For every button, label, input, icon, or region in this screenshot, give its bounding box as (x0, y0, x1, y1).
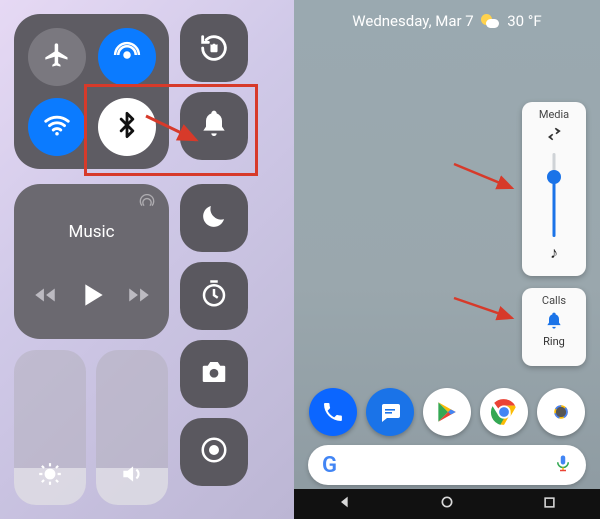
media-output-button[interactable] (522, 127, 586, 145)
next-track-button[interactable] (126, 282, 152, 312)
ring-mode-panel: Calls Ring (522, 288, 586, 366)
google-search-bar[interactable]: G (308, 445, 586, 485)
wifi-icon (42, 110, 72, 144)
airdrop-toggle[interactable] (98, 28, 156, 86)
music-title: Music (14, 222, 169, 242)
camera-button[interactable] (180, 340, 248, 408)
camera-app[interactable] (537, 388, 585, 436)
temperature-text: 30 °F (507, 12, 541, 30)
ringer-toggle[interactable] (180, 92, 248, 160)
bluetooth-icon (113, 111, 141, 143)
date-text: Wednesday, Mar 7 (352, 12, 473, 30)
nav-back-button[interactable] (337, 494, 353, 514)
search-input[interactable] (345, 457, 554, 474)
status-date-weather[interactable]: Wednesday, Mar 7 30 °F (294, 12, 600, 31)
weather-icon (481, 13, 499, 31)
airplay-icon (137, 194, 157, 218)
nav-recents-button[interactable] (542, 495, 557, 514)
ring-mode-button[interactable] (522, 311, 586, 331)
camera-icon (199, 357, 229, 391)
do-not-disturb-toggle[interactable] (180, 184, 248, 252)
moon-icon (199, 201, 229, 235)
android-home-screen: Wednesday, Mar 7 30 °F Media ♪ Calls Rin… (294, 0, 600, 519)
rotation-lock-icon (180, 14, 248, 82)
airplane-mode-toggle[interactable] (28, 28, 86, 86)
media-volume-panel: Media ♪ (522, 102, 586, 276)
brightness-slider[interactable] (14, 350, 86, 505)
annotation-arrow (450, 292, 520, 332)
brightness-icon (37, 461, 63, 491)
play-button[interactable] (76, 279, 108, 315)
ios-control-center: Music (0, 0, 294, 519)
airdrop-icon (112, 40, 142, 74)
airplane-icon (43, 41, 71, 73)
mic-icon[interactable] (554, 454, 572, 476)
wifi-toggle[interactable] (28, 98, 86, 156)
ring-mode-label: Ring (522, 335, 586, 348)
volume-slider[interactable] (96, 350, 168, 505)
phone-app[interactable] (309, 388, 357, 436)
screen-record-button[interactable] (180, 418, 248, 486)
navigation-bar (294, 489, 600, 519)
calls-panel-title: Calls (522, 294, 586, 307)
media-panel-title: Media (522, 108, 586, 121)
google-logo-icon: G (322, 453, 337, 478)
prev-track-button[interactable] (32, 282, 58, 312)
play-store-app[interactable] (423, 388, 471, 436)
app-dock (304, 383, 590, 441)
timer-button[interactable] (180, 262, 248, 330)
media-volume-slider[interactable] (522, 149, 586, 241)
volume-icon (119, 461, 145, 491)
rotation-lock-toggle[interactable] (180, 14, 248, 82)
bell-icon (198, 108, 230, 144)
record-icon (199, 435, 229, 469)
connectivity-group (14, 14, 169, 169)
bluetooth-toggle[interactable] (98, 98, 156, 156)
timer-icon (199, 279, 229, 313)
chrome-app[interactable] (480, 388, 528, 436)
annotation-arrow (450, 158, 520, 198)
nav-home-button[interactable] (439, 494, 455, 514)
messages-app[interactable] (366, 388, 414, 436)
music-note-icon: ♪ (522, 243, 586, 263)
music-widget[interactable]: Music (14, 184, 169, 339)
